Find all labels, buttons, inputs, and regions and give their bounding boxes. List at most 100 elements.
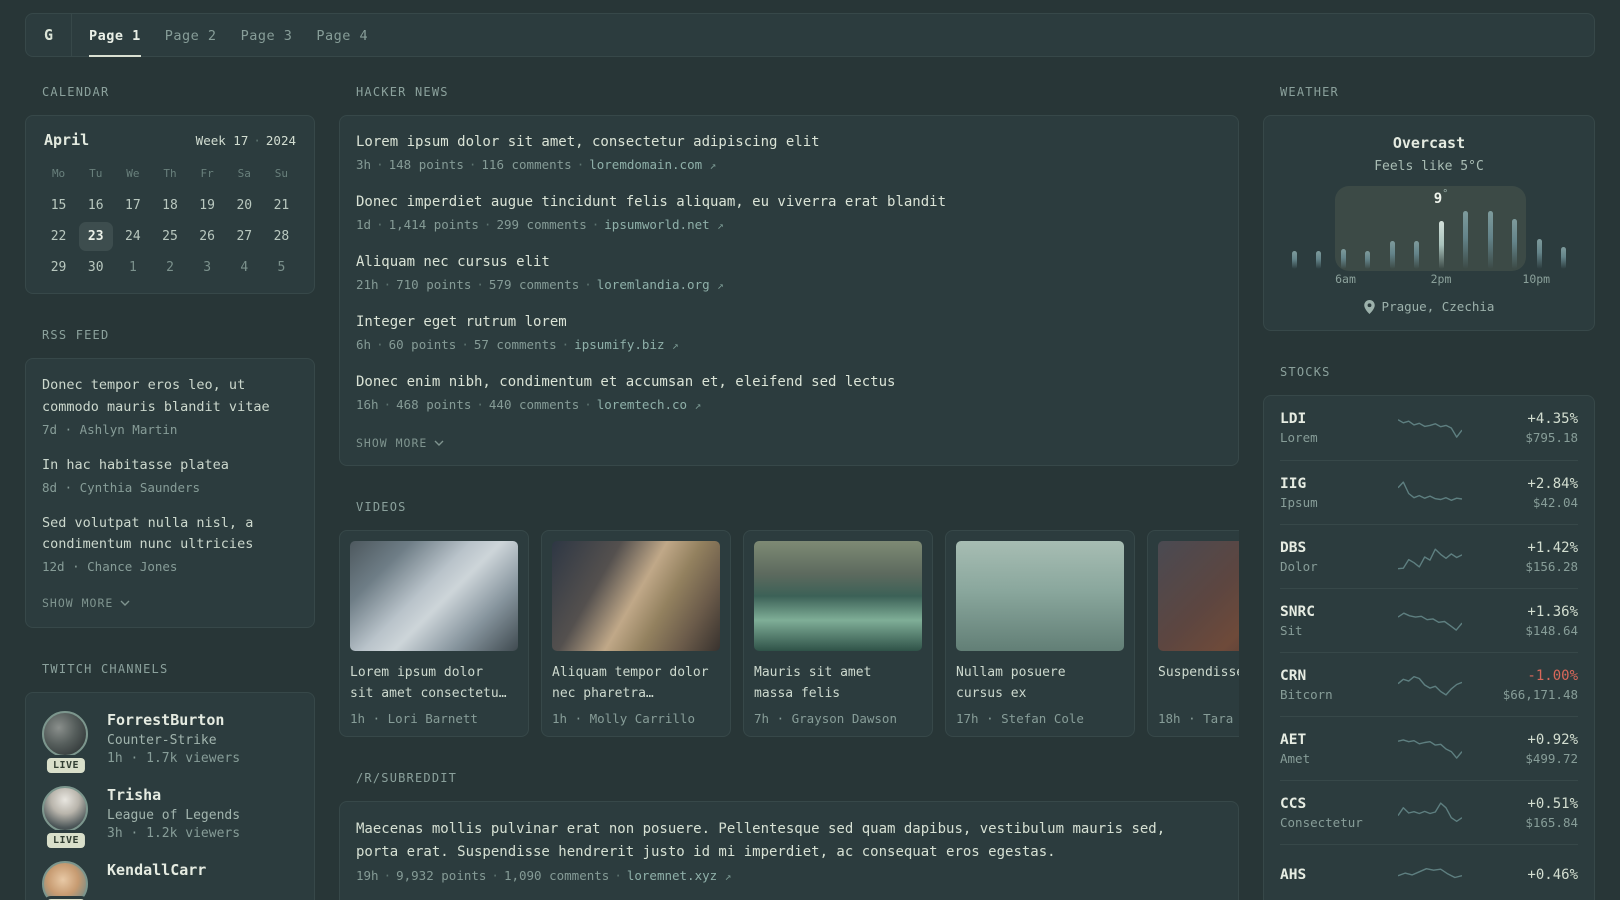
video-meta: 1h · Molly Carrillo	[552, 711, 695, 726]
video-card[interactable]: Lorem ipsum dolor sit amet consectetu… 1…	[339, 530, 529, 737]
weather-location: Prague, Czechia	[1284, 299, 1574, 314]
video-title[interactable]: Nullam posuere cursus ex	[956, 663, 1116, 705]
stock-row[interactable]: SNRC Sit +1.36% $148.64	[1280, 588, 1578, 652]
calendar-day: 17	[125, 198, 141, 213]
stock-change: +1.42%	[1527, 539, 1578, 556]
subreddit-post-title[interactable]: Maecenas mollis pulvinar erat non posuer…	[356, 818, 1196, 863]
external-link-icon: ↗	[672, 339, 679, 352]
stock-row[interactable]: IIG Ipsum +2.84% $42.04	[1280, 460, 1578, 524]
post-domain-link[interactable]: ipsumworld.net ↗	[604, 217, 724, 232]
post-domain-link[interactable]: loremdomain.com ↗	[589, 157, 716, 172]
video-title[interactable]: Mauris sit amet massa felis	[754, 663, 914, 705]
video-card[interactable]: Aliquam tempor dolor nec pharetra… 1h · …	[541, 530, 731, 737]
weather-hour-bar	[1414, 241, 1420, 269]
weekday-label: Su	[274, 167, 289, 180]
video-thumbnail[interactable]	[350, 541, 518, 651]
post-domain-link[interactable]: ipsumify.biz ↗	[574, 337, 678, 352]
hackernews-item-meta: 3h · 148 points · 116 comments · loremdomain.c…	[356, 157, 1222, 172]
hackernews-item: Donec imperdiet augue tincidunt felis al…	[356, 192, 1222, 232]
chevron-down-icon	[120, 600, 130, 607]
stock-row[interactable]: CRN Bitcorn -1.00% $66,171.48	[1280, 652, 1578, 716]
calendar-day: 29	[50, 260, 67, 275]
weather-hour-bar	[1389, 241, 1395, 269]
page-tab[interactable]: Page 3	[241, 14, 293, 57]
stock-price: $499.72	[1525, 750, 1578, 766]
rss-show-more-button[interactable]: SHOW MORE	[42, 596, 130, 610]
hackernews-item-title[interactable]: Donec enim nibh, condimentum et accumsan…	[356, 372, 1222, 393]
video-thumbnail[interactable]	[1158, 541, 1239, 651]
calendar-day: 18	[162, 198, 178, 213]
dot-separator: ·	[561, 337, 570, 352]
stock-sparkline	[1392, 606, 1468, 636]
post-domain-link[interactable]: loremnet.xyz ↗	[627, 868, 731, 883]
dot-separator: ·	[483, 217, 492, 232]
twitch-channel-row[interactable]: LIVE KendallCarr	[42, 861, 298, 900]
app-logo[interactable]: G	[26, 14, 72, 56]
stock-row[interactable]: LDI Lorem +4.35% $795.18	[1280, 396, 1578, 460]
hackernews-show-more-button[interactable]: SHOW MORE	[356, 436, 444, 450]
hackernews-item-title[interactable]: Lorem ipsum dolor sit amet, consectetur …	[356, 132, 1222, 153]
rss-item-title[interactable]: Donec tempor eros leo, ut commodo mauris…	[42, 375, 298, 419]
twitch-channel-info: ForrestBurton Counter-Strike 1h · 1.7k v…	[107, 711, 240, 766]
video-title[interactable]: Lorem ipsum dolor sit amet consectetu…	[350, 663, 510, 705]
weekday-label: Sa	[237, 167, 251, 180]
video-card[interactable]: Nullam posuere cursus ex 17h · Stefan Co…	[945, 530, 1135, 737]
twitch-channel-row[interactable]: LIVE ForrestBurton Counter-Strike 1h · 1…	[42, 711, 298, 774]
post-points: 710 points	[396, 277, 472, 292]
stock-price: $66,171.48	[1502, 686, 1578, 702]
channel-name[interactable]: Trisha	[107, 786, 240, 804]
page-tab[interactable]: Page 1	[89, 14, 141, 57]
hackernews-item-title[interactable]: Aliquam nec cursus elit	[356, 252, 1222, 273]
channel-avatar	[42, 861, 88, 900]
rss-item-title[interactable]: Sed volutpat nulla nisl, a condimentum n…	[42, 513, 298, 557]
video-thumbnail[interactable]	[754, 541, 922, 651]
hackernews-item-title[interactable]: Donec imperdiet augue tincidunt felis al…	[356, 192, 1222, 213]
middle-column: HACKER NEWS Lorem ipsum dolor sit amet, …	[339, 85, 1239, 900]
stock-values: +4.35% $795.18	[1468, 411, 1578, 445]
channel-name[interactable]: KendallCarr	[107, 861, 206, 879]
stock-identity: DBS Dolor	[1280, 540, 1392, 574]
hackernews-item-meta: 16h · 468 points · 440 comments · loremtech.co…	[356, 397, 1222, 412]
video-thumbnail[interactable]	[956, 541, 1124, 651]
external-link-icon: ↗	[724, 870, 732, 884]
rss-card: Donec tempor eros leo, ut commodo mauris…	[25, 358, 315, 629]
channel-name[interactable]: ForrestBurton	[107, 711, 240, 729]
stock-row[interactable]: CCS Consectetur +0.51% $165.84	[1280, 780, 1578, 844]
calendar-card: April Week 17 · 2024 Mo Tu We Th Fr Sa Su …	[25, 115, 315, 294]
dot-separator: ·	[383, 868, 392, 884]
weather-hour-bar	[1561, 247, 1567, 269]
video-thumbnail[interactable]	[552, 541, 720, 651]
stock-row[interactable]: AHS +0.46%	[1280, 844, 1578, 900]
weather-time-label: 10pm	[1522, 272, 1551, 286]
page-tab[interactable]: Page 2	[165, 14, 217, 57]
twitch-channel-row[interactable]: LIVE Trisha League of Legends 3h · 1.2k …	[42, 786, 298, 849]
weather-hour-bar	[1438, 221, 1444, 269]
stock-change: +4.35%	[1527, 411, 1578, 427]
video-title[interactable]: Suspendisse diam	[1158, 663, 1239, 705]
rss-item-title[interactable]: In hac habitasse platea	[42, 455, 298, 477]
hackernews-item-title[interactable]: Integer eget rutrum lorem	[356, 312, 1222, 333]
dot-separator: ·	[591, 217, 600, 232]
video-card[interactable]: Mauris sit amet massa felis 7h · Grayson…	[743, 530, 933, 737]
stock-identity: IIG Ipsum	[1280, 476, 1392, 510]
calendar-week-label: Week 17	[195, 133, 249, 148]
twitch-avatar-wrap: LIVE	[42, 861, 90, 900]
weekday-label: Tu	[89, 167, 103, 180]
post-domain-link[interactable]: loremlandia.org ↗	[597, 277, 724, 292]
page-tab[interactable]: Page 4	[316, 14, 368, 57]
rss-item: In hac habitasse platea 8d · Cynthia Sau…	[42, 455, 298, 495]
stock-row[interactable]: DBS Dolor +1.42% $156.28	[1280, 524, 1578, 588]
video-title[interactable]: Aliquam tempor dolor nec pharetra…	[552, 663, 712, 705]
stock-identity: CRN Bitcorn	[1280, 668, 1392, 702]
stock-sparkline	[1392, 542, 1468, 572]
stock-name: Dolor	[1280, 558, 1318, 574]
stock-values: +1.42% $156.28	[1468, 540, 1578, 574]
video-card[interactable]: Suspendisse diam 18h · Tara	[1147, 530, 1239, 737]
post-domain-link[interactable]: loremtech.co ↗	[597, 397, 701, 412]
video-row: Lorem ipsum dolor sit amet consectetu… 1…	[339, 530, 1239, 737]
stocks-widget: STOCKS LDI Lorem +4.35% $795.18 IIG Ipsu…	[1263, 365, 1595, 900]
stock-price: $42.04	[1532, 494, 1578, 510]
post-domain: loremnet.xyz	[626, 868, 718, 884]
hackernews-item-meta: 21h · 710 points · 579 comments · loremlandia.…	[356, 277, 1222, 292]
stock-row[interactable]: AET Amet +0.92% $499.72	[1280, 716, 1578, 780]
